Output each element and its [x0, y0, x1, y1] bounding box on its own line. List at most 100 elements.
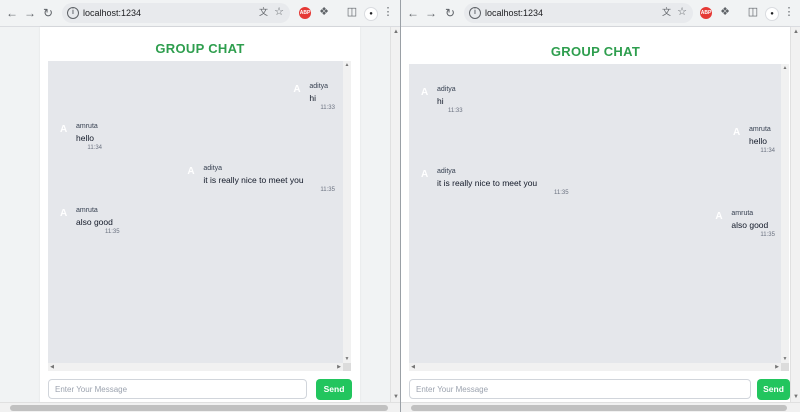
- forward-icon[interactable]: →: [21, 4, 39, 22]
- chat-message: Aamruta also good 11:35: [715, 210, 775, 242]
- page-horizontal-scrollbar[interactable]: [401, 402, 800, 412]
- sender-name: amruta: [731, 210, 754, 217]
- profile-avatar-icon[interactable]: ●: [765, 7, 779, 21]
- browser-window-right: ← → ↻ i localhost:1234 文 ☆ ABP ❖ ◫ ● ⋮ G…: [401, 0, 800, 412]
- scroll-down-icon[interactable]: ▼: [391, 392, 400, 402]
- address-bar[interactable]: i localhost:1234 文 ☆: [62, 3, 290, 23]
- scroll-up-icon[interactable]: ▲: [391, 27, 400, 37]
- address-url: localhost:1234: [485, 8, 544, 18]
- scrollbar-thumb[interactable]: [411, 405, 787, 411]
- extensions-icon[interactable]: ❖: [718, 5, 732, 19]
- menu-kebab-icon[interactable]: ⋮: [381, 5, 395, 19]
- chat-card: GROUP CHAT Aaditya hi 11:33 Aamruta hello 11:…: [40, 27, 360, 402]
- send-button[interactable]: Send: [316, 379, 352, 400]
- scroll-down-icon[interactable]: ▼: [791, 392, 800, 402]
- address-bar[interactable]: i localhost:1234 文 ☆: [464, 3, 693, 23]
- message-input[interactable]: [409, 379, 751, 399]
- page-horizontal-scrollbar[interactable]: [0, 402, 400, 412]
- scroll-down-icon[interactable]: ▼: [343, 355, 351, 363]
- back-icon[interactable]: ←: [404, 4, 422, 22]
- sender-name: aditya: [437, 86, 456, 93]
- translate-icon[interactable]: 文: [661, 7, 672, 18]
- message-time: 11:34: [87, 145, 102, 151]
- translate-icon[interactable]: 文: [258, 7, 269, 18]
- profile-avatar-icon[interactable]: ●: [364, 7, 378, 21]
- back-icon[interactable]: ←: [3, 4, 21, 22]
- forward-icon[interactable]: →: [422, 4, 440, 22]
- page-title: GROUP CHAT: [155, 41, 245, 56]
- scrollbar-corner: [781, 363, 789, 371]
- bookmark-star-icon[interactable]: ☆: [272, 5, 286, 19]
- message-text: hello: [749, 136, 767, 146]
- message-input[interactable]: [48, 379, 307, 399]
- scroll-left-icon[interactable]: ◀: [48, 363, 56, 371]
- avatar: A: [60, 124, 68, 135]
- chat-message: Aaditya it is really nice to meet you 11:3…: [421, 168, 569, 200]
- sender-name: amruta: [749, 126, 771, 133]
- chat-message: Aaditya hi 11:33: [293, 83, 335, 115]
- sender-name: aditya: [309, 83, 329, 90]
- avatar: A: [187, 166, 195, 177]
- chat-message: Aamruta hello 11:34: [60, 123, 102, 155]
- side-panel-icon[interactable]: ◫: [345, 5, 359, 19]
- message-text: also good: [76, 217, 113, 227]
- chat-messages-area[interactable]: Aaditya hi 11:33 Aamruta hello 11:34 Aaditya it…: [409, 64, 789, 371]
- chat-message: Aaditya it is really nice to meet you 11:3…: [187, 165, 335, 197]
- adblock-icon[interactable]: ABP: [299, 7, 311, 19]
- browser-toolbar: ← → ↻ i localhost:1234 文 ☆ ABP ❖ ◫ ● ⋮: [0, 0, 400, 27]
- adblock-icon[interactable]: ABP: [700, 7, 712, 19]
- browser-toolbar: ← → ↻ i localhost:1234 文 ☆ ABP ❖ ◫ ● ⋮: [401, 0, 800, 27]
- menu-kebab-icon[interactable]: ⋮: [782, 5, 796, 19]
- avatar: A: [733, 127, 741, 138]
- page-viewport: GROUP CHAT Aaditya hi 11:33 Aamruta hello 11:…: [0, 27, 390, 402]
- scroll-right-icon[interactable]: ▶: [773, 363, 781, 371]
- scroll-up-icon[interactable]: ▲: [343, 61, 351, 69]
- message-time: 11:34: [760, 148, 775, 154]
- site-info-icon[interactable]: i: [67, 7, 79, 19]
- chat-message: Aamruta also good 11:35: [60, 207, 120, 239]
- message-text: hi: [309, 93, 317, 103]
- avatar: A: [293, 84, 301, 95]
- scroll-right-icon[interactable]: ▶: [335, 363, 343, 371]
- scrollbar-corner: [343, 363, 351, 371]
- scroll-up-icon[interactable]: ▲: [781, 64, 789, 72]
- avatar: A: [421, 87, 429, 98]
- scroll-down-icon[interactable]: ▼: [781, 355, 789, 363]
- chat-horizontal-scrollbar[interactable]: ◀ ▶: [409, 363, 781, 371]
- reload-icon[interactable]: ↻: [39, 4, 57, 22]
- sender-name: amruta: [76, 123, 98, 130]
- chat-messages-area[interactable]: Aaditya hi 11:33 Aamruta hello 11:34 Aaditya it…: [48, 61, 351, 371]
- page-vertical-scrollbar[interactable]: ▲ ▼: [390, 27, 400, 402]
- message-text: hi: [437, 96, 444, 106]
- message-time: 11:33: [320, 105, 335, 111]
- message-time: 11:33: [448, 108, 463, 114]
- page-viewport: GROUP CHAT Aaditya hi 11:33 Aamruta hello 11:…: [401, 27, 790, 402]
- chat-vertical-scrollbar[interactable]: ▲ ▼: [781, 64, 789, 363]
- side-panel-icon[interactable]: ◫: [746, 5, 760, 19]
- chat-card: GROUP CHAT Aaditya hi 11:33 Aamruta hello 11:…: [401, 27, 790, 402]
- scrollbar-thumb[interactable]: [10, 405, 388, 411]
- send-button[interactable]: Send: [757, 379, 790, 400]
- page-title: GROUP CHAT: [550, 44, 641, 59]
- message-text: hello: [76, 133, 94, 143]
- bookmark-star-icon[interactable]: ☆: [675, 5, 689, 19]
- message-time: 11:35: [554, 190, 569, 196]
- message-text: it is really nice to meet you: [203, 175, 304, 185]
- scroll-up-icon[interactable]: ▲: [791, 27, 800, 37]
- scroll-left-icon[interactable]: ◀: [409, 363, 417, 371]
- message-text: it is really nice to meet you: [437, 178, 538, 188]
- address-url: localhost:1234: [83, 8, 142, 18]
- sender-name: aditya: [203, 165, 223, 172]
- avatar: A: [421, 169, 429, 180]
- message-text: also good: [731, 220, 769, 230]
- page-vertical-scrollbar[interactable]: ▲ ▼: [790, 27, 800, 402]
- extensions-icon[interactable]: ❖: [317, 5, 331, 19]
- message-time: 11:35: [105, 229, 120, 235]
- chat-vertical-scrollbar[interactable]: ▲ ▼: [343, 61, 351, 363]
- chat-horizontal-scrollbar[interactable]: ◀ ▶: [48, 363, 343, 371]
- reload-icon[interactable]: ↻: [441, 4, 459, 22]
- sender-name: aditya: [437, 168, 456, 175]
- site-info-icon[interactable]: i: [469, 7, 481, 19]
- avatar: A: [715, 211, 723, 222]
- browser-window-left: ← → ↻ i localhost:1234 文 ☆ ABP ❖ ◫ ● ⋮ G…: [0, 0, 400, 412]
